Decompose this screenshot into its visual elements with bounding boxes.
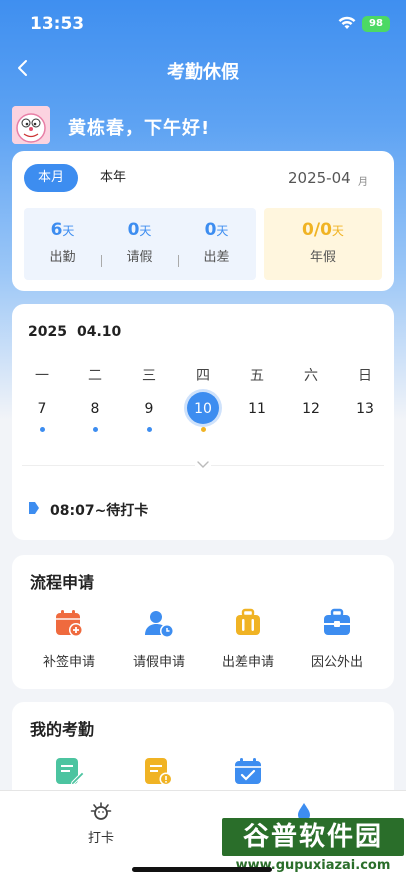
- attendance-dot: [40, 427, 45, 432]
- avatar-image-icon: [12, 106, 50, 144]
- calendar-year: 2025: [28, 324, 67, 340]
- stat-unit: 天: [139, 224, 152, 238]
- user-clock-icon: [145, 611, 174, 638]
- suitcase-icon: [236, 608, 260, 635]
- greeting-text: 黄栋春，下午好!: [68, 118, 211, 139]
- stat-label: 出差: [203, 250, 230, 265]
- punch-status-text: 08:07~待打卡: [50, 503, 149, 519]
- stat-label: 出勤: [49, 250, 76, 265]
- weekday-label: 四: [196, 368, 210, 384]
- alert-document-icon[interactable]: [143, 756, 173, 786]
- stat-label: 请假: [126, 250, 153, 265]
- attendance-dot: [147, 427, 152, 432]
- status-time: 13:53: [30, 14, 85, 34]
- section-title: 流程申请: [30, 573, 95, 592]
- weekday-label: 二: [88, 368, 102, 384]
- stat-attendance[interactable]: 6天 出勤: [24, 220, 101, 265]
- weekday-label: 三: [142, 368, 156, 384]
- battery-indicator: 98: [362, 16, 390, 32]
- annual-leave-value: 0/0: [302, 220, 332, 240]
- calendar-day-selected[interactable]: 10: [183, 401, 223, 417]
- briefcase-icon: [324, 608, 350, 635]
- page-title: 考勤休假: [167, 62, 239, 83]
- official-outing-button[interactable]: 因公外出: [292, 607, 382, 670]
- stat-value: 0: [204, 220, 217, 240]
- weekday-label: 一: [35, 368, 49, 384]
- leave-application-button[interactable]: 请假申请: [114, 607, 204, 670]
- process-label: 请假申请: [132, 655, 185, 670]
- punch-in-icon: [90, 802, 112, 820]
- pending-dot: [201, 427, 206, 432]
- tab-label: 打卡: [87, 831, 114, 846]
- month-unit-label: 月: [358, 177, 368, 188]
- annual-leave-label: 年假: [309, 250, 336, 265]
- annual-leave-unit: 天: [331, 224, 344, 238]
- calendar-day[interactable]: 13: [345, 401, 385, 417]
- calendar-day[interactable]: 7: [22, 401, 62, 417]
- weekday-label: 六: [304, 368, 318, 384]
- calendar-card: 2025 04.10 一 二 三 四 五 六 日 7 8 9 10 11 12 1…: [12, 304, 394, 540]
- status-bar: 13:53 98: [0, 0, 406, 50]
- annual-leave-panel[interactable]: 0/0天 年假: [264, 208, 382, 280]
- calendar-date: 04.10: [76, 324, 122, 340]
- business-trip-application-button[interactable]: 出差申请: [203, 607, 293, 670]
- month-selector[interactable]: 2025-04: [288, 169, 351, 187]
- process-application-card: 流程申请 补签申请 请假申请 出差申请 因公外出: [12, 555, 394, 689]
- process-label: 补签申请: [42, 655, 95, 670]
- weekday-label: 五: [250, 368, 264, 384]
- stat-value: 0: [127, 220, 140, 240]
- calendar-date-header: 2025 04.10: [28, 324, 131, 340]
- avatar[interactable]: [12, 106, 50, 144]
- calendar-day[interactable]: 9: [129, 401, 169, 417]
- tab-punch-in[interactable]: 打卡: [61, 801, 141, 846]
- stat-leave[interactable]: 0天 请假: [101, 220, 178, 265]
- tab-this-month[interactable]: 本月: [24, 164, 79, 192]
- makeup-punch-application-button[interactable]: 补签申请: [24, 607, 114, 670]
- calendar-day[interactable]: 8: [75, 401, 115, 417]
- stat-business-trip[interactable]: 0天 出差: [178, 220, 255, 265]
- stat-value: 6: [50, 220, 63, 240]
- period-tabs: 本月 本年: [24, 164, 140, 192]
- stat-unit: 天: [216, 224, 229, 238]
- edit-note-icon[interactable]: [54, 756, 84, 786]
- weekday-label: 日: [358, 368, 372, 384]
- wifi-icon: [338, 16, 356, 29]
- watermark-logo: 谷普软件园: [222, 818, 404, 856]
- stat-unit: 天: [62, 224, 75, 238]
- process-label: 出差申请: [221, 655, 274, 670]
- stats-panel: 6天 出勤 0天 请假 0天 出差: [24, 208, 256, 280]
- home-indicator: [132, 867, 272, 872]
- process-label: 因公外出: [310, 655, 363, 670]
- calendar-day[interactable]: 11: [237, 401, 277, 417]
- attendance-summary-card: 本月 本年 2025-04 月 6天 出勤 0天 请假 0天 出差 0/0天 年…: [12, 151, 394, 291]
- attendance-dot: [93, 427, 98, 432]
- calendar-check-icon[interactable]: [233, 756, 263, 786]
- navigation-bar: 考勤休假: [0, 50, 406, 90]
- tab-this-year[interactable]: 本年: [86, 164, 140, 192]
- punch-marker-icon: [29, 502, 39, 514]
- chevron-down-icon[interactable]: [195, 459, 211, 471]
- calendar-day[interactable]: 12: [291, 401, 331, 417]
- calendar-plus-icon: [56, 610, 83, 637]
- section-title: 我的考勤: [30, 720, 95, 739]
